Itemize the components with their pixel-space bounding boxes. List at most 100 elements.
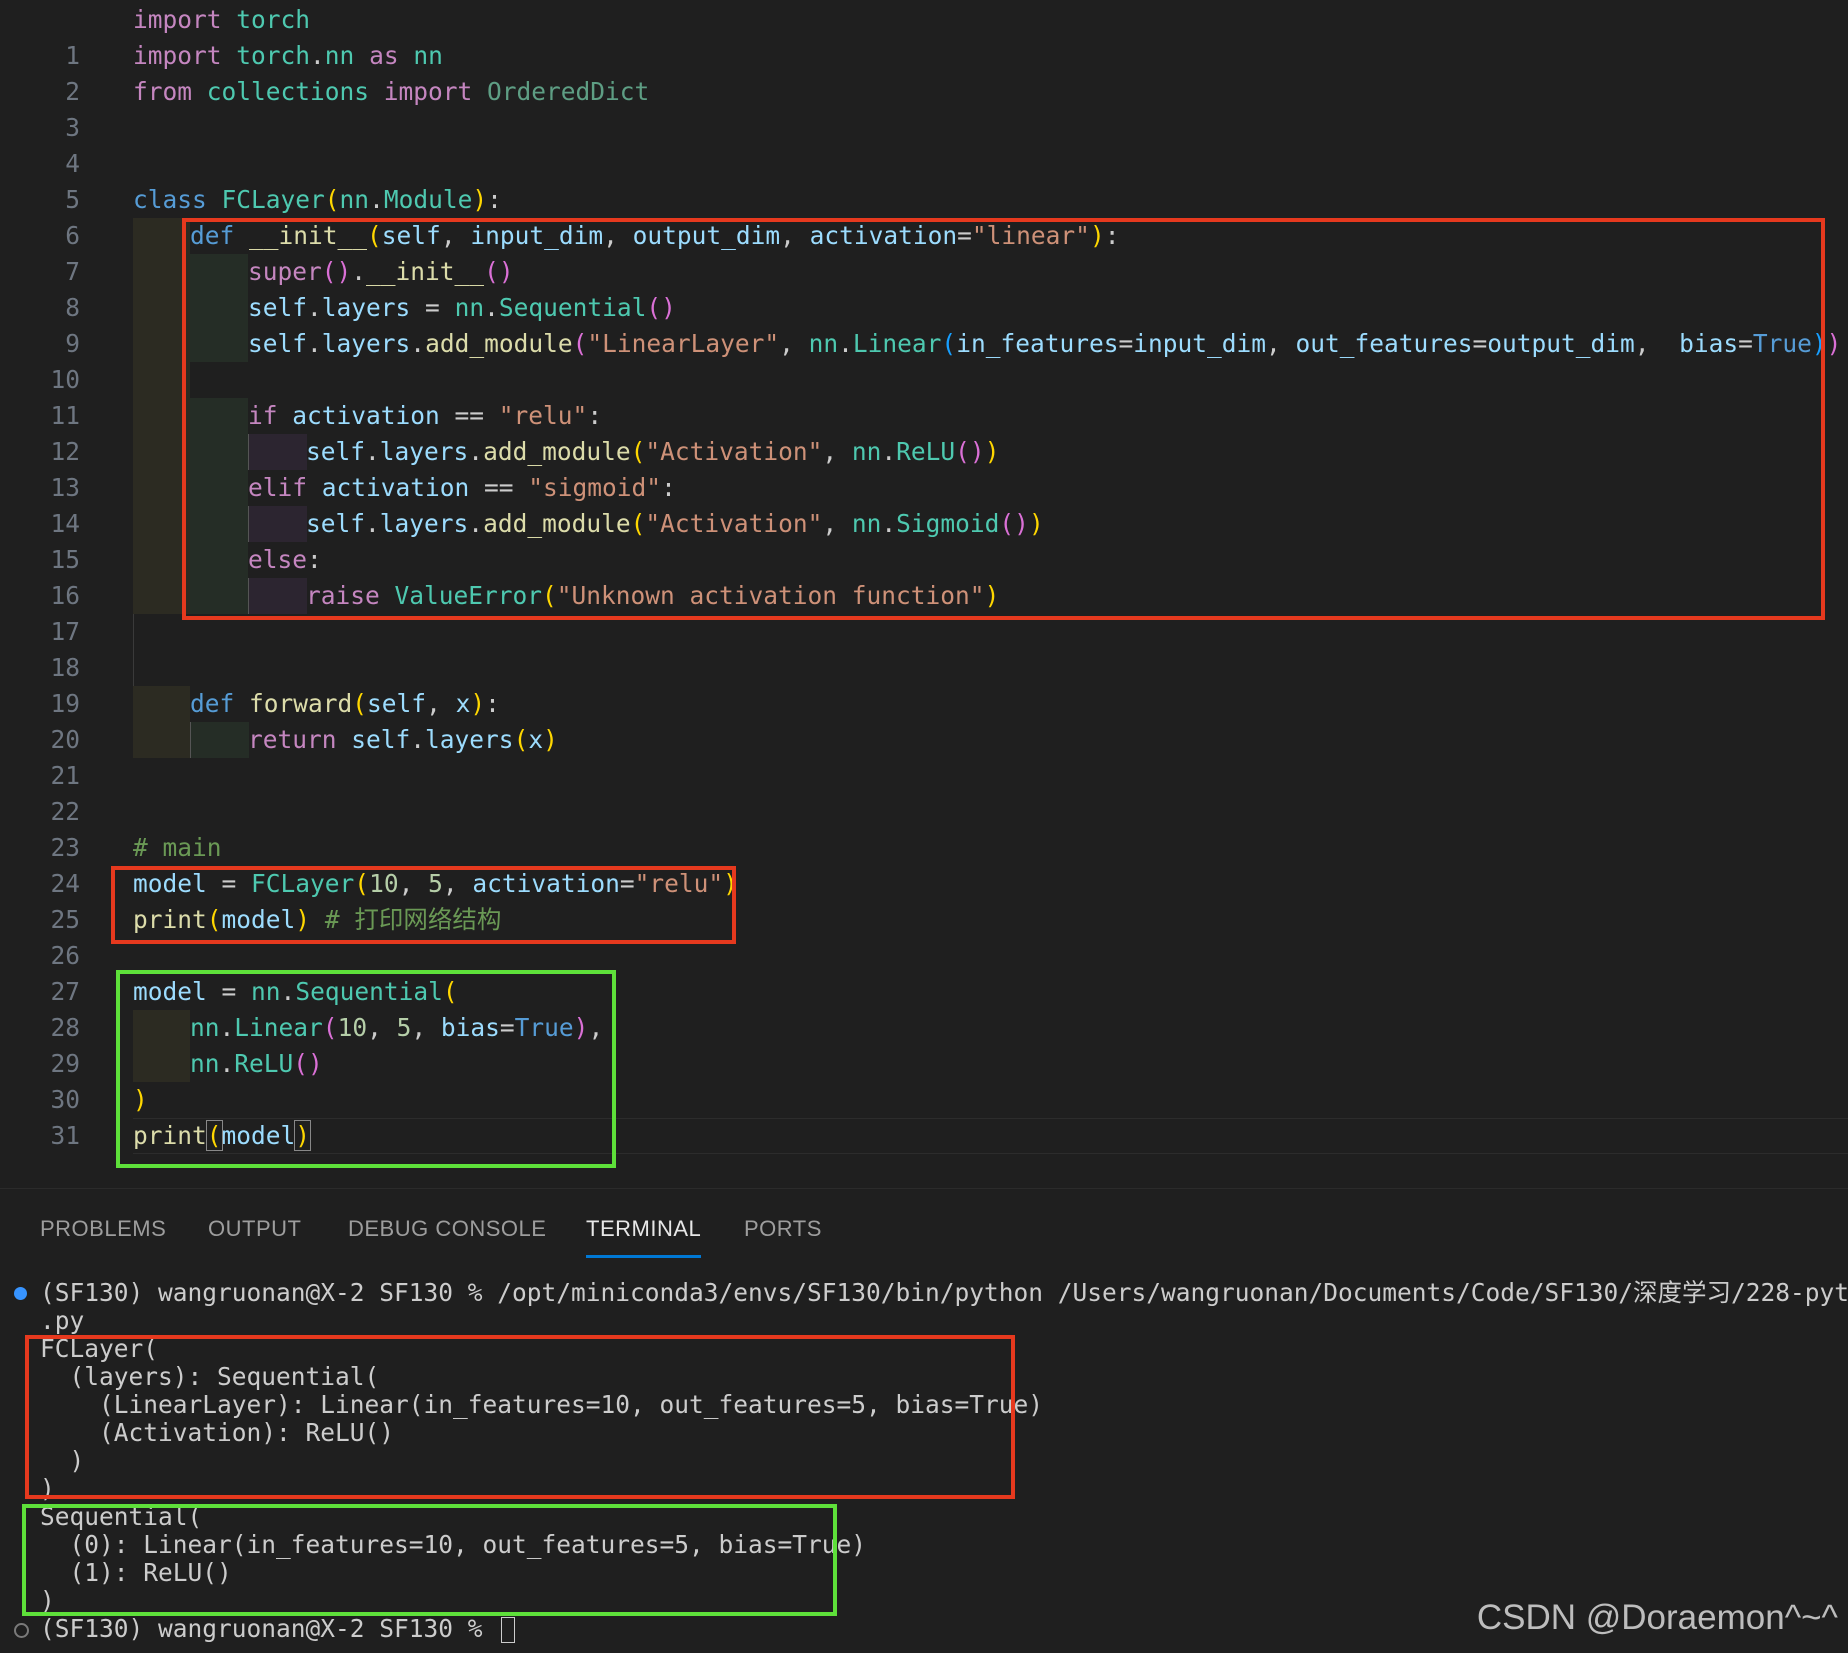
indent-guide: [190, 578, 248, 614]
code-text: model = FCLayer(10, 5, activation="relu"…: [133, 869, 738, 898]
code-line[interactable]: 17 raise ValueError("Unknown activation …: [0, 578, 1848, 646]
indent-guide: [190, 326, 248, 362]
terminal-line: (SF130) wangruonan@X-2 SF130 % /opt/mini…: [40, 1278, 1848, 1307]
terminal-cursor: [501, 1617, 516, 1643]
code-editor[interactable]: 1 import torch 2 import torch.nn as nn 3…: [0, 0, 1848, 1222]
indent-guide: [248, 434, 307, 470]
code-line[interactable]: 27: [0, 938, 1848, 1006]
terminal-line: (1): ReLU(): [40, 1558, 232, 1587]
tab-problems[interactable]: PROBLEMS: [40, 1216, 166, 1242]
code-line[interactable]: 25 model = FCLayer(10, 5, activation="re…: [0, 866, 1848, 934]
indent-guide: [190, 434, 248, 470]
code-text: elif activation == "sigmoid":: [248, 473, 676, 502]
code-line[interactable]: 33: [0, 1154, 1848, 1222]
current-line-highlight: [133, 1118, 1848, 1154]
terminal-line: Sequential(: [40, 1502, 203, 1531]
indent-guide: [133, 434, 190, 470]
code-text: def __init__(self, input_dim, output_dim…: [190, 221, 1120, 250]
code-text: nn.Linear(10, 5, bias=True),: [190, 1013, 604, 1042]
code-text: import torch: [133, 5, 311, 34]
code-line[interactable]: 12 if activation == "relu":: [0, 398, 1848, 466]
indent-guide: [248, 506, 307, 542]
code-line[interactable]: 10 self.layers.add_module("LinearLayer",…: [0, 326, 1848, 394]
indent-guide: [190, 722, 249, 758]
code-line[interactable]: 28 model = nn.Sequential(: [0, 974, 1848, 1042]
code-line[interactable]: 11: [0, 362, 1848, 430]
code-line[interactable]: 16 else:: [0, 542, 1848, 610]
indent-guide: [133, 254, 190, 290]
terminal-line: ): [40, 1586, 55, 1615]
code-line[interactable]: 23: [0, 794, 1848, 862]
code-text: print(model) # 打印网络结构: [133, 905, 502, 934]
code-line[interactable]: 7 def __init__(self, input_dim, output_d…: [0, 218, 1848, 286]
code-line[interactable]: 30 nn.ReLU(): [0, 1046, 1848, 1114]
indent-guide: [190, 254, 248, 290]
terminal-line: ): [40, 1446, 85, 1475]
code-line[interactable]: 9 self.layers = nn.Sequential(): [0, 290, 1848, 358]
indent-guide: [133, 362, 190, 398]
code-line[interactable]: 5: [0, 146, 1848, 214]
indent-guide: [133, 398, 190, 434]
indent-guide: [133, 290, 190, 326]
tab-output[interactable]: OUTPUT: [208, 1216, 301, 1242]
indent-guide: [133, 506, 190, 542]
code-line[interactable]: 24 # main: [0, 830, 1848, 898]
terminal-line: (0): Linear(in_features=10, out_features…: [40, 1530, 867, 1559]
terminal-line: ): [40, 1474, 55, 1503]
code-line[interactable]: 22: [0, 758, 1848, 826]
terminal-prompt[interactable]: (SF130) wangruonan@X-2 SF130 %: [40, 1615, 516, 1643]
code-line[interactable]: 13 self.layers.add_module("Activation", …: [0, 434, 1848, 502]
indent-guide: [133, 1010, 190, 1046]
code-text: from collections import OrderedDict: [133, 77, 650, 106]
bottom-panel: PROBLEMS OUTPUT DEBUG CONSOLE TERMINAL P…: [0, 1188, 1848, 1653]
code-text: class FCLayer(nn.Module):: [133, 185, 502, 214]
indent-guide: [190, 542, 248, 578]
code-line[interactable]: 31 ): [0, 1082, 1848, 1150]
code-line[interactable]: 20 def forward(self, x):: [0, 686, 1848, 754]
indent-guide: [133, 326, 190, 362]
indent-guide: [190, 290, 248, 326]
code-line[interactable]: 26 print(model) # 打印网络结构: [0, 902, 1848, 970]
indent-guide: [190, 470, 248, 506]
code-line[interactable]: 4: [0, 110, 1848, 178]
code-text: nn.ReLU(): [190, 1049, 323, 1078]
code-line[interactable]: 6 class FCLayer(nn.Module):: [0, 182, 1848, 250]
code-text: def forward(self, x):: [190, 689, 500, 718]
indent-guide: [133, 470, 190, 506]
code-text: return self.layers(x): [248, 725, 558, 754]
terminal-line: .py: [40, 1306, 85, 1335]
code-line[interactable]: 15 self.layers.add_module("Activation", …: [0, 506, 1848, 574]
code-line-active[interactable]: 32 print(model): [0, 1118, 1848, 1222]
indent-guide: [133, 1046, 190, 1082]
command-status-dot-icon: [14, 1287, 27, 1300]
indent-guide: [133, 578, 190, 614]
code-text: super().__init__(): [248, 257, 514, 286]
tab-debug-console[interactable]: DEBUG CONSOLE: [348, 1216, 546, 1242]
code-line[interactable]: 21 return self.layers(x): [0, 722, 1848, 790]
code-line[interactable]: 19: [0, 650, 1848, 718]
code-line[interactable]: 2 import torch.nn as nn: [0, 38, 1848, 106]
code-line[interactable]: 29 nn.Linear(10, 5, bias=True),: [0, 1010, 1848, 1078]
terminal-line: (Activation): ReLU(): [40, 1418, 395, 1447]
code-line[interactable]: 3 from collections import OrderedDict: [0, 74, 1848, 142]
code-line[interactable]: 14 elif activation == "sigmoid":: [0, 470, 1848, 538]
indent-guide: [133, 614, 134, 650]
code-text: else:: [248, 545, 322, 574]
code-text: ): [133, 1085, 148, 1114]
code-line[interactable]: 18: [0, 614, 1848, 682]
code-text: if activation == "relu":: [248, 401, 603, 430]
code-text: # main: [133, 833, 222, 862]
terminal-line: FCLayer(: [40, 1334, 159, 1363]
indent-guide: [190, 506, 248, 542]
indent-guide: [133, 650, 134, 686]
tab-terminal[interactable]: TERMINAL: [586, 1216, 701, 1242]
indent-guide: [133, 686, 190, 722]
prompt-status-dot-icon: [14, 1623, 29, 1638]
code-text: self.layers = nn.Sequential(): [248, 293, 676, 322]
indent-guide: [133, 722, 190, 758]
code-line[interactable]: 1 import torch: [0, 2, 1848, 70]
indent-guide: [190, 398, 248, 434]
code-line[interactable]: 8 super().__init__(): [0, 254, 1848, 322]
tab-ports[interactable]: PORTS: [744, 1216, 822, 1242]
code-text: import torch.nn as nn: [133, 41, 443, 70]
